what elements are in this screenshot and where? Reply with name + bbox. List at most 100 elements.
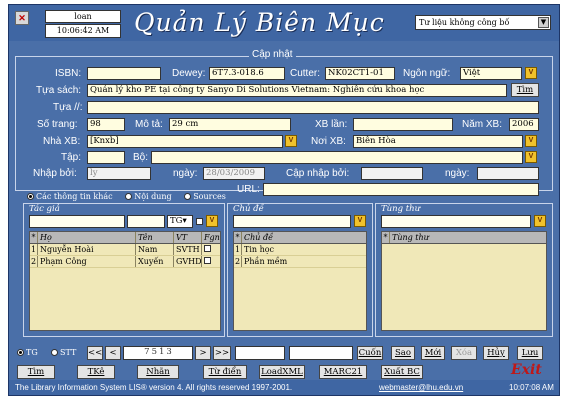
series-table[interactable]: * Tùng thư: [381, 231, 547, 331]
url-field[interactable]: [263, 183, 539, 196]
next-record-button[interactable]: >: [195, 346, 211, 360]
place-dropdown-icon[interactable]: V: [525, 135, 537, 147]
cutter-label: Cutter:: [290, 68, 321, 79]
updated-by-label: Cập nhập bởi:: [286, 168, 350, 179]
series-dropdown-icon[interactable]: V: [534, 215, 546, 227]
duplicate-button[interactable]: Sao: [391, 346, 415, 360]
series-input[interactable]: [381, 215, 531, 228]
place-label: Nơi XB:: [311, 136, 346, 147]
isbn-label: ISBN:: [55, 68, 82, 79]
subjects-title: Chủ đề: [233, 204, 264, 214]
app-window: ✕ loan 10:06:42 AM Quản Lý Biên Mục Tư l…: [8, 4, 560, 396]
subject-dropdown-icon[interactable]: V: [354, 215, 366, 227]
new-button[interactable]: Mới: [421, 346, 445, 360]
subjects-table[interactable]: * Chủ đề 1 Tin học 2 Phần mềm: [233, 231, 367, 331]
pages-field[interactable]: 98: [87, 118, 125, 131]
entered-by-label: Nhập bởi:: [33, 168, 77, 179]
foreign-checkbox[interactable]: [196, 218, 203, 225]
close-icon[interactable]: ✕: [15, 11, 29, 25]
copyright-text: The Library Information System LIS® vers…: [15, 383, 293, 392]
set-label: Bộ:: [133, 152, 149, 163]
author-firstname-input[interactable]: [127, 215, 165, 228]
desc-field[interactable]: 29 cm: [169, 118, 291, 131]
app-title: Quản Lý Biên Mục: [134, 8, 385, 37]
chevron-down-icon[interactable]: ▼: [538, 17, 549, 28]
author-type-select[interactable]: TG▾: [167, 215, 193, 228]
year-field[interactable]: 2006: [509, 118, 539, 131]
table-row[interactable]: 1 Nguyễn Hoài Nam SVTH: [30, 244, 220, 256]
dictionary-button[interactable]: Từ điển: [203, 365, 247, 379]
dewey-label: Dewey:: [172, 68, 206, 79]
find-title-button[interactable]: Tìm: [511, 83, 539, 97]
authors-title: Tác giả: [29, 204, 60, 214]
date-field: 28/03/2009: [203, 167, 265, 180]
author-dropdown-icon[interactable]: V: [206, 215, 218, 227]
prev-record-button[interactable]: <: [105, 346, 121, 360]
order-tg-radio[interactable]: TG: [17, 348, 38, 357]
series-title: Tùng thư: [381, 204, 421, 214]
goto-field-1[interactable]: [235, 346, 285, 360]
pages-label: Số trang:: [37, 119, 78, 130]
edition-field[interactable]: [353, 118, 453, 131]
export-report-button[interactable]: Xuất BC: [381, 365, 423, 379]
collection-select-value: Tư liệu không công bố: [419, 18, 510, 27]
webmaster-link[interactable]: webmaster@lhu.edu.vn: [379, 380, 463, 395]
publisher-dropdown-icon[interactable]: V: [285, 135, 297, 147]
radio-content[interactable]: Nội dung: [125, 192, 172, 201]
cancel-button[interactable]: Hủy: [483, 346, 509, 360]
set-dropdown-icon[interactable]: V: [525, 151, 537, 163]
delete-button[interactable]: Xóa: [451, 346, 477, 360]
load-xml-button[interactable]: LoadXML: [259, 365, 305, 379]
save-button[interactable]: Lưu: [517, 346, 543, 360]
subtitle-field[interactable]: [87, 101, 539, 114]
authors-table[interactable]: * Họ Tên VT Fgn 1 Nguyễn Hoài Nam SVTH 2…: [29, 231, 221, 331]
subject-input[interactable]: [233, 215, 351, 228]
volume-label: Tập:: [61, 152, 82, 163]
cutter-field[interactable]: NK02CT1-01: [325, 67, 395, 80]
language-dropdown-icon[interactable]: V: [525, 67, 537, 79]
radio-other-info[interactable]: Các thông tin khác: [27, 192, 113, 201]
record-number[interactable]: 7513: [123, 346, 193, 360]
first-record-button[interactable]: <<: [87, 346, 103, 360]
entered-by-field: ly: [87, 167, 151, 180]
search-button[interactable]: Tìm: [17, 365, 55, 379]
author-lastname-input[interactable]: [29, 215, 125, 228]
user-name: loan: [45, 10, 121, 23]
place-field[interactable]: Biên Hòa: [353, 135, 523, 148]
order-stt-radio[interactable]: STT: [51, 348, 76, 357]
clock: 10:06:42 AM: [45, 24, 121, 38]
status-bar: The Library Information System LIS® vers…: [9, 380, 559, 395]
row-foreign-checkbox[interactable]: [204, 245, 211, 252]
publisher-label: Nhà XB:: [43, 136, 81, 147]
radio-sources[interactable]: Sources: [184, 192, 226, 201]
publisher-field[interactable]: [Knxb]: [87, 135, 283, 148]
row-foreign-checkbox[interactable]: [204, 257, 211, 264]
update-group-title: Cập nhật: [249, 49, 296, 60]
date-label: ngày:: [173, 168, 198, 179]
copy-button[interactable]: Cuốn: [357, 346, 383, 360]
table-row[interactable]: 2 Phần mềm: [234, 256, 366, 268]
marc21-button[interactable]: MARC21: [319, 365, 367, 379]
table-row[interactable]: 1 Tin học: [234, 244, 366, 256]
label-button[interactable]: Nhãn: [137, 365, 179, 379]
collection-select[interactable]: Tư liệu không công bố ▼: [415, 15, 551, 30]
title-label: Tựa sách:: [36, 85, 82, 96]
record-navigation: TG STT << < 7513 > >> Cuốn Sao Mới Xóa H…: [9, 345, 559, 361]
year-label: Năm XB:: [462, 119, 503, 130]
goto-field-2[interactable]: [289, 346, 353, 360]
isbn-field[interactable]: [87, 67, 161, 80]
exit-button[interactable]: Exit: [511, 362, 542, 378]
last-record-button[interactable]: >>: [213, 346, 231, 360]
series-table-header: * Tùng thư: [382, 232, 546, 244]
statistics-button[interactable]: TKê: [77, 365, 115, 379]
updated-by-field: [361, 167, 423, 180]
authors-table-header: * Họ Tên VT Fgn: [30, 232, 220, 244]
date2-label: ngày:: [445, 168, 470, 179]
table-row[interactable]: 2 Phạm Công Xuyến GVHD: [30, 256, 220, 268]
dewey-field[interactable]: 6T7.3-018.6: [209, 67, 285, 80]
volume-field[interactable]: [87, 151, 125, 164]
title-field[interactable]: Quản lý kho PE tại công ty Sanyo Di Solu…: [87, 84, 507, 97]
set-field[interactable]: [151, 151, 523, 164]
language-field[interactable]: Việt: [460, 67, 522, 80]
subjects-table-header: * Chủ đề: [234, 232, 366, 244]
